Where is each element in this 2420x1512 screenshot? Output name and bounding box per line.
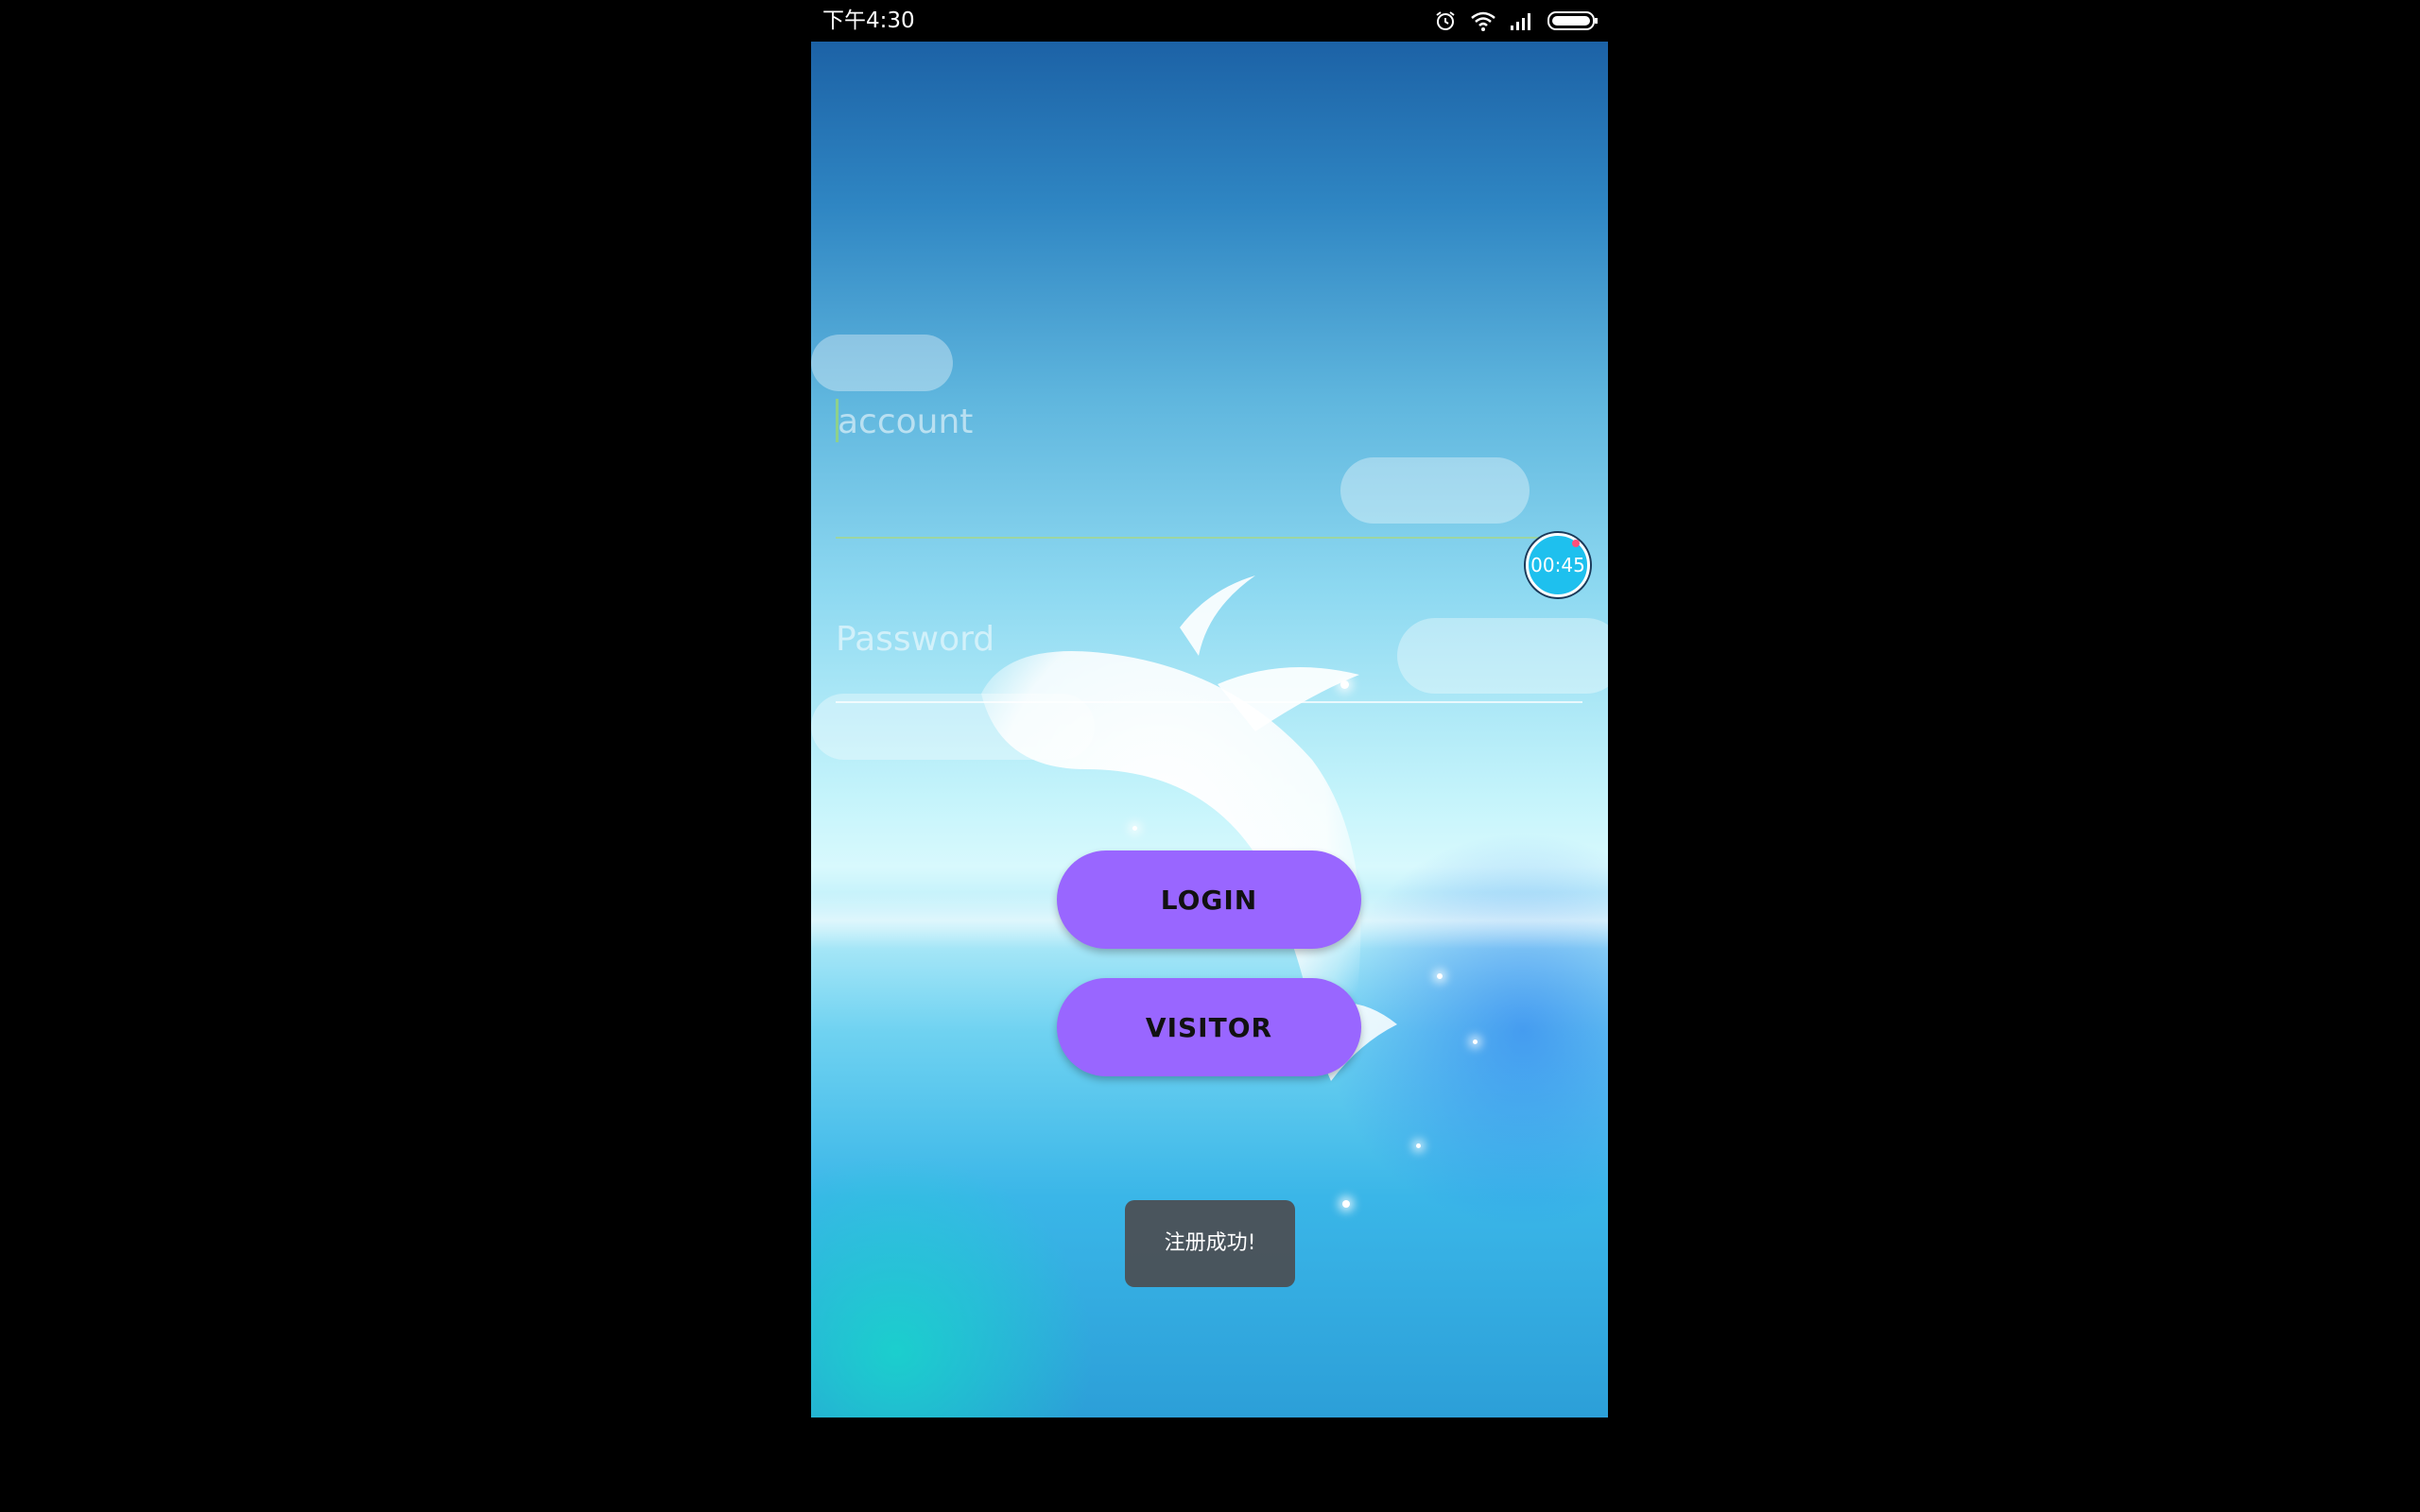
login-button[interactable]: LOGIN bbox=[1057, 850, 1361, 949]
record-dot-icon bbox=[1572, 540, 1580, 547]
sparkle bbox=[1416, 1143, 1421, 1148]
floating-timer[interactable]: 00:45 bbox=[1526, 533, 1590, 597]
sparkle bbox=[1437, 973, 1443, 979]
text-cursor bbox=[836, 399, 838, 442]
toast-message: 注册成功! bbox=[1125, 1200, 1295, 1287]
password-field[interactable] bbox=[836, 605, 1582, 747]
password-input[interactable] bbox=[836, 610, 1582, 667]
alarm-icon bbox=[1434, 9, 1457, 32]
visitor-button[interactable]: VISITOR bbox=[1057, 978, 1361, 1076]
login-screen: LOGIN VISITOR 00:45 注册成功! bbox=[811, 42, 1608, 1418]
account-underline bbox=[836, 537, 1554, 539]
timer-text: 00:45 bbox=[1530, 554, 1585, 576]
background-glow bbox=[811, 1153, 1095, 1418]
sparkle bbox=[1342, 1200, 1350, 1208]
status-icons bbox=[1434, 8, 1599, 34]
status-time: 下午4:30 bbox=[822, 9, 915, 33]
status-bar: 下午4:30 bbox=[811, 0, 1608, 42]
account-field[interactable] bbox=[836, 382, 1584, 580]
sparkle bbox=[1473, 1040, 1478, 1044]
signal-icon bbox=[1510, 10, 1534, 31]
battery-icon bbox=[1547, 9, 1599, 32]
sparkle bbox=[1132, 826, 1137, 831]
password-underline bbox=[836, 701, 1582, 703]
phone-screen: 下午4:30 account LOGIN VISITOR 00:45 注册成功! bbox=[811, 0, 1608, 1418]
account-input[interactable] bbox=[836, 393, 1584, 450]
wifi-icon bbox=[1470, 9, 1496, 32]
